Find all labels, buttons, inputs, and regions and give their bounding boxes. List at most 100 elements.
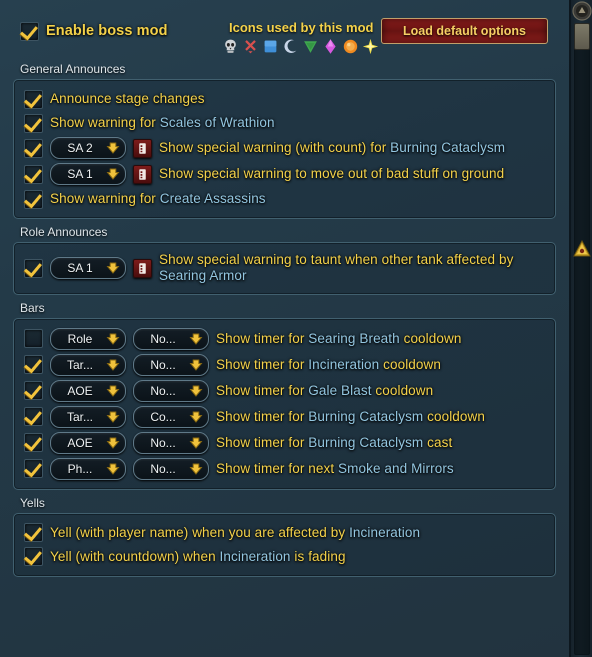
circle-icon [343, 39, 358, 54]
special-announce-type[interactable]: SA 1 [50, 257, 126, 280]
option-row: Yell (with player name) when you are aff… [24, 521, 545, 545]
cross-icon [245, 40, 256, 54]
section-body: Yell (with player name) when you are aff… [13, 512, 556, 577]
dropdown-arrow[interactable] [104, 140, 121, 157]
dropdown-arrow[interactable] [187, 460, 204, 477]
bar-icon-select[interactable]: Co... [133, 405, 209, 428]
bar-color-select[interactable]: Role [50, 327, 126, 350]
option-checkbox[interactable] [24, 329, 43, 349]
dropdown-arrow[interactable] [187, 434, 204, 451]
option-label: Show timer for Gale Blast cooldown [216, 383, 545, 399]
section-title: Yells [20, 495, 45, 510]
option-checkbox[interactable] [24, 355, 43, 375]
chevron-down-icon [106, 385, 119, 397]
spell-name: Burning Cataclysm [390, 139, 506, 155]
scroll-up-button[interactable] [572, 1, 592, 21]
bar-icon-select[interactable]: No... [133, 431, 209, 454]
dropdown-value: No... [150, 383, 176, 398]
dropdown-arrow[interactable] [187, 356, 204, 373]
dropdown-arrow[interactable] [104, 166, 121, 183]
option-label: Yell (with countdown) when Incineration … [50, 549, 545, 565]
dropdown-arrow[interactable] [104, 382, 121, 399]
option-checkbox[interactable] [24, 433, 43, 453]
enable-boss-mod-label: Enable boss mod [46, 22, 168, 39]
bar-color-select[interactable]: AOE [50, 431, 126, 454]
spell-name: Searing Armor [159, 268, 247, 284]
dropdown-arrow[interactable] [187, 330, 204, 347]
option-checkbox[interactable] [24, 89, 43, 109]
dropdown-arrow[interactable] [104, 460, 121, 477]
option-checkbox[interactable] [24, 189, 43, 209]
option-row: SA 2 Show special warning (with count) fo… [24, 135, 545, 161]
option-label: Show timer for Burning Cataclysm cast [216, 435, 545, 451]
option-row: Show warning for Create Assassins [24, 187, 545, 211]
bar-icon-select[interactable]: No... [133, 379, 209, 402]
label-text: is fading [290, 548, 346, 564]
label-text: Show timer for [216, 434, 309, 450]
section-yells: Yells Yell (with player name) when you ar… [13, 494, 556, 577]
option-checkbox[interactable] [24, 113, 43, 133]
note-glyph [139, 168, 146, 180]
option-checkbox[interactable] [24, 138, 43, 158]
dropdown-value: Tar... [66, 357, 93, 372]
scroll-position-marker[interactable] [573, 240, 591, 258]
option-checkbox[interactable] [24, 407, 43, 427]
scroll-thumb[interactable] [574, 23, 590, 50]
enable-boss-mod-checkbox[interactable] [20, 22, 39, 41]
dropdown-value: SA 1 [67, 261, 93, 276]
special-warning-note-icon[interactable] [133, 164, 152, 184]
bar-icon-select[interactable]: No... [133, 353, 209, 376]
enable-boss-mod-row[interactable]: Enable boss mod [20, 22, 168, 41]
option-checkbox[interactable] [24, 258, 43, 278]
scroll-track[interactable] [574, 23, 590, 655]
bar-color-select[interactable]: Tar... [50, 405, 126, 428]
bar-color-select[interactable]: AOE [50, 379, 126, 402]
dropdown-value: Co... [150, 409, 176, 424]
label-text: Show warning for [50, 190, 160, 206]
dropdown-arrow[interactable] [187, 408, 204, 425]
special-warning-note-icon[interactable] [133, 258, 152, 278]
bar-icon-select[interactable]: No... [133, 327, 209, 350]
chevron-down-icon [106, 168, 119, 180]
option-checkbox[interactable] [24, 547, 43, 567]
spell-name: Smoke and Mirrors [338, 460, 454, 476]
option-row: Role No... Show timer for Searing Breath c… [24, 326, 545, 352]
dropdown-arrow[interactable] [104, 330, 121, 347]
raid-target-icons [222, 38, 379, 55]
sections-container: General Announces Announce stage changes S… [8, 60, 561, 577]
load-default-options-button[interactable]: Load default options [381, 18, 548, 44]
option-label: Show special warning to move out of bad … [159, 166, 545, 182]
dropdown-arrow[interactable] [104, 408, 121, 425]
option-label: Show warning for Create Assassins [50, 191, 545, 207]
label-text: Show timer for [216, 382, 309, 398]
bar-color-select[interactable]: Tar... [50, 353, 126, 376]
spell-name: Scales of Wrathion [159, 114, 275, 130]
spell-name: Incineration [308, 356, 380, 372]
chevron-down-icon [106, 437, 119, 449]
option-checkbox[interactable] [24, 164, 43, 184]
dropdown-arrow[interactable] [104, 260, 121, 277]
dropdown-value: Ph... [67, 461, 93, 476]
option-label: Show timer for Searing Breath cooldown [216, 331, 545, 347]
section-bars: Bars Role No... Show timer for Searing Brea… [13, 299, 556, 490]
bar-icon-select[interactable]: No... [133, 457, 209, 480]
dropdown-arrow[interactable] [104, 356, 121, 373]
spell-name: Burning Cataclysm [308, 408, 424, 424]
dropdown-value: No... [150, 461, 176, 476]
option-checkbox[interactable] [24, 381, 43, 401]
section-role-announces: Role Announces SA 1 Show special warning t… [13, 223, 556, 295]
option-checkbox[interactable] [24, 523, 43, 543]
special-announce-type[interactable]: SA 2 [50, 137, 126, 159]
bar-color-select[interactable]: Ph... [50, 457, 126, 480]
scrollbar[interactable] [570, 0, 592, 657]
section-title: Bars [20, 300, 45, 315]
special-warning-note-icon[interactable] [133, 138, 152, 158]
dropdown-arrow[interactable] [187, 382, 204, 399]
chevron-down-icon [189, 411, 202, 423]
special-announce-type[interactable]: SA 1 [50, 163, 126, 185]
dropdown-arrow[interactable] [104, 434, 121, 451]
option-label: Show special warning (with count) for Bu… [159, 140, 545, 156]
option-checkbox[interactable] [24, 459, 43, 479]
option-label: Show special warning to taunt when other… [159, 252, 545, 285]
option-row: Yell (with countdown) when Incineration … [24, 545, 545, 569]
